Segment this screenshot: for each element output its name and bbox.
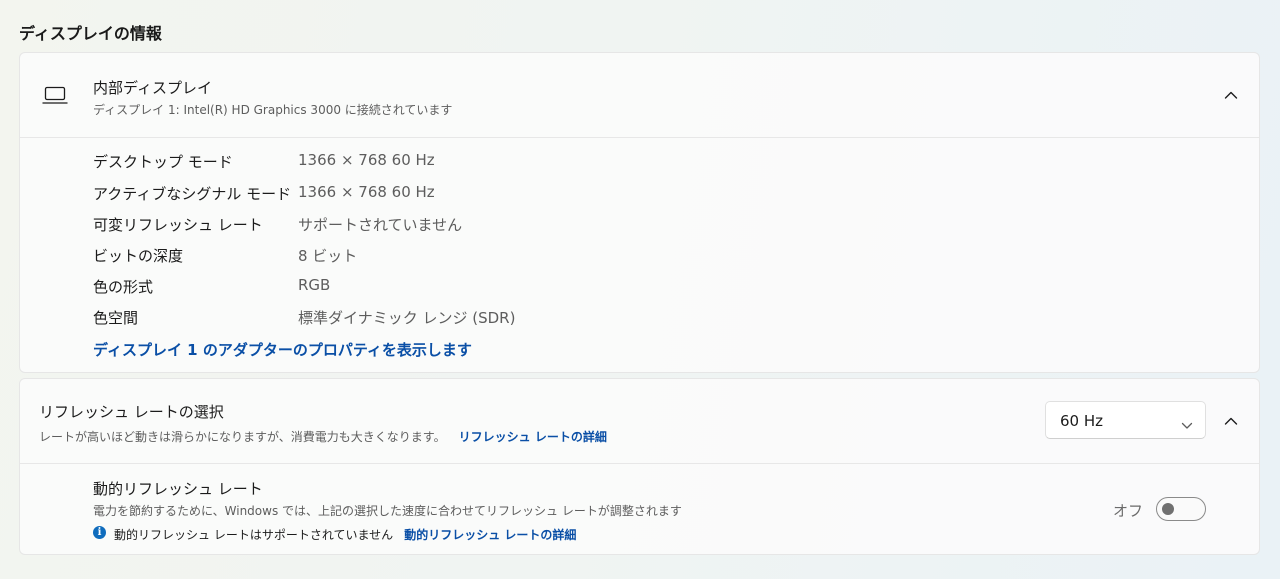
refresh-divider bbox=[20, 463, 1259, 464]
property-value: 1366 × 768 60 Hz bbox=[298, 183, 435, 201]
display-divider bbox=[20, 137, 1259, 138]
refresh-rate-details-link[interactable]: リフレッシュ レートの詳細 bbox=[459, 430, 607, 444]
dynamic-refresh-toggle[interactable] bbox=[1156, 497, 1206, 521]
chevron-up-icon bbox=[1224, 417, 1238, 425]
dynamic-refresh-description: 電力を節約するために、Windows では、上記の選択した速度に合わせてリフレッ… bbox=[93, 504, 682, 518]
property-label: ビットの深度 bbox=[93, 247, 184, 265]
info-icon: i bbox=[93, 526, 106, 539]
display-header[interactable]: 内部ディスプレイ ディスプレイ 1: Intel(R) HD Graphics … bbox=[20, 53, 1259, 137]
collapse-refresh-button[interactable] bbox=[1217, 407, 1245, 435]
property-value: 8 ビット bbox=[298, 247, 358, 265]
refresh-rate-selected: 60 Hz bbox=[1060, 412, 1104, 430]
toggle-knob bbox=[1162, 503, 1174, 515]
property-label: 色空間 bbox=[93, 309, 139, 327]
laptop-icon bbox=[42, 86, 68, 110]
property-value: サポートされていません bbox=[298, 216, 463, 234]
chevron-down-icon bbox=[1181, 415, 1193, 434]
property-label: デスクトップ モード bbox=[93, 153, 233, 171]
toggle-state-label: オフ bbox=[1113, 502, 1144, 520]
dynamic-refresh-title: 動的リフレッシュ レート bbox=[93, 480, 263, 498]
property-value: 標準ダイナミック レンジ (SDR) bbox=[298, 309, 516, 327]
internal-display-card: 内部ディスプレイ ディスプレイ 1: Intel(R) HD Graphics … bbox=[19, 52, 1260, 373]
section-title: ディスプレイの情報 bbox=[19, 24, 162, 43]
property-label: 可変リフレッシュ レート bbox=[93, 216, 263, 234]
refresh-rate-description: レートが高いほど動きは滑らかになりますが、消費電力も大きくなります。 bbox=[39, 430, 446, 444]
property-label: 色の形式 bbox=[93, 278, 154, 296]
refresh-rate-description-row: レートが高いほど動きは滑らかになりますが、消費電力も大きくなります。 リフレッシ… bbox=[39, 426, 607, 445]
dynamic-refresh-info-row: 動的リフレッシュ レートはサポートされていません 動的リフレッシュ レートの詳細 bbox=[114, 524, 576, 543]
display-title: 内部ディスプレイ bbox=[93, 79, 212, 97]
refresh-rate-card: リフレッシュ レートの選択 レートが高いほど動きは滑らかになりますが、消費電力も… bbox=[19, 378, 1260, 555]
property-value: 1366 × 768 60 Hz bbox=[298, 151, 435, 169]
refresh-rate-dropdown[interactable]: 60 Hz bbox=[1045, 401, 1206, 439]
property-value: RGB bbox=[298, 276, 331, 294]
dynamic-refresh-unsupported: 動的リフレッシュ レートはサポートされていません bbox=[114, 528, 394, 542]
property-label: アクティブなシグナル モード bbox=[93, 185, 292, 203]
dynamic-refresh-details-link[interactable]: 動的リフレッシュ レートの詳細 bbox=[404, 528, 576, 542]
refresh-rate-title: リフレッシュ レートの選択 bbox=[39, 403, 224, 421]
display-subtitle: ディスプレイ 1: Intel(R) HD Graphics 3000 に接続さ… bbox=[93, 103, 453, 117]
chevron-up-icon bbox=[1224, 91, 1238, 99]
collapse-display-button[interactable] bbox=[1217, 81, 1245, 109]
adapter-properties-link[interactable]: ディスプレイ 1 のアダプターのプロパティを表示します bbox=[93, 339, 472, 360]
